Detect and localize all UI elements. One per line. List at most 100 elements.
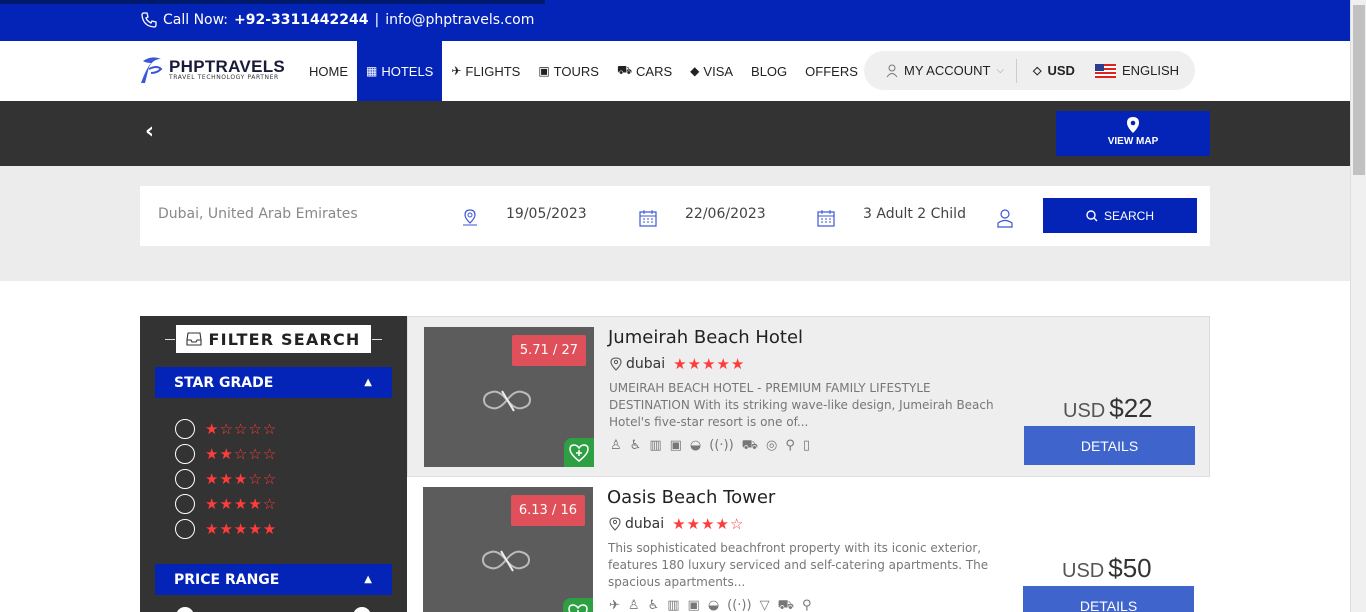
hotel-description: UMEIRAH BEACH HOTEL - PREMIUM FAMILY LIF… (609, 381, 994, 429)
favorite-button[interactable] (563, 598, 593, 612)
details-button[interactable]: DETAILS (1024, 426, 1195, 465)
page-scrollbar[interactable] (1350, 0, 1366, 612)
hotel-price: USD $22 (1063, 393, 1153, 424)
view-map-button[interactable]: VIEW MAP (1056, 111, 1210, 156)
back-arrow-icon[interactable]: ‹ (145, 119, 154, 144)
checkin-date-input[interactable]: 19/05/2023 (506, 206, 587, 222)
location-pin-icon (610, 357, 622, 371)
nav-blog-label: BLOG (751, 63, 788, 79)
divider (372, 339, 382, 340)
hotel-name[interactable]: Jumeirah Beach Hotel (608, 327, 803, 348)
suitcase-icon: ▣ (538, 64, 550, 78)
hotel-stars: ★★★★★ (673, 355, 746, 373)
caret-up-icon: ▲ (364, 377, 372, 388)
logo-name: PHPTRAVELS (169, 57, 286, 76)
radio-button[interactable] (175, 519, 195, 539)
search-button-label: SEARCH (1103, 208, 1154, 223)
star-rating: ★★★☆☆ (205, 470, 278, 488)
star-option-2[interactable]: ★★☆☆☆ (175, 444, 277, 464)
filter-search-header: FILTER SEARCH (176, 325, 371, 353)
nav-tours-label: TOURS (553, 63, 599, 79)
nav-hotels[interactable]: ▦ HOTELS (357, 41, 443, 101)
currency-label: USD (1047, 63, 1075, 78)
search-button[interactable]: SEARCH (1043, 198, 1197, 233)
star-rating: ★★★★☆ (205, 495, 278, 513)
radio-button[interactable] (175, 494, 195, 514)
chevron-down-icon: ⌵ (996, 65, 1005, 76)
radio-button[interactable] (175, 444, 195, 464)
hotel-city: dubai (626, 356, 666, 372)
logo[interactable]: PHPTRAVELS TRAVEL TECHNOLOGY PARTNER (139, 55, 285, 85)
inbox-icon (186, 332, 203, 346)
hotel-location: dubai ★★★★★ (610, 355, 745, 373)
star-rating: ★☆☆☆☆ (205, 420, 278, 438)
nav-home[interactable]: HOME (300, 41, 357, 101)
radio-button[interactable] (175, 469, 195, 489)
star-rating: ★★☆☆☆ (205, 445, 278, 463)
nav-hotels-label: HOTELS (381, 63, 434, 79)
search-icon (1086, 209, 1098, 221)
price-amount: $50 (1108, 553, 1152, 583)
hotel-description: This sophisticated beachfront property w… (608, 541, 989, 589)
fitness-icon: ⚲ (785, 438, 795, 453)
wheelchair-icon: ♿ (629, 438, 642, 453)
wifi-icon: ((·)) (727, 598, 752, 612)
star-option-4[interactable]: ★★★★☆ (175, 494, 277, 514)
hotel-price: USD $50 (1062, 553, 1152, 584)
star-option-3[interactable]: ★★★☆☆ (175, 469, 277, 489)
hotel-thumbnail[interactable]: 6.13 / 16 (423, 487, 593, 612)
nav-blog[interactable]: BLOG (742, 41, 796, 101)
price-currency: USD (1063, 400, 1106, 422)
atm-icon: ▣ (669, 438, 682, 453)
price-max-handle[interactable] (353, 607, 371, 612)
hotel-thumbnail[interactable]: 5.71 / 27 (424, 327, 594, 467)
language-label: ENGLISH (1122, 63, 1180, 78)
nav-cars[interactable]: ⛟ CARS (608, 41, 681, 101)
airport-icon: ✈ (609, 598, 620, 612)
guests-input[interactable]: 3 Adult 2 Child (863, 206, 966, 222)
favorite-button[interactable] (564, 438, 594, 467)
caret-up-icon: ▲ (364, 574, 372, 585)
wheelchair-icon: ♿ (647, 598, 660, 612)
nav-menu: HOME ▦ HOTELS ✈ FLIGHTS ▣ TOURS ⛟ CARS ◆ VISA… (300, 41, 867, 101)
radio-button[interactable] (175, 419, 195, 439)
details-button[interactable]: DETAILS (1023, 586, 1194, 612)
phone-number[interactable]: +92-3311442244 (234, 12, 368, 28)
nav-cars-label: CARS (636, 63, 673, 79)
price-range-toggle[interactable]: PRICE RANGE ▲ (155, 564, 392, 595)
user-icon (886, 64, 898, 77)
currency-selector[interactable]: ◇ USD (1017, 63, 1079, 78)
view-map-label: VIEW MAP (1107, 136, 1159, 147)
star-grade-toggle[interactable]: STAR GRADE ▲ (155, 367, 392, 398)
star-grade-label: STAR GRADE (174, 374, 274, 391)
currency-tag-icon: ◇ (1033, 65, 1042, 77)
main-navbar: PHPTRAVELS TRAVEL TECHNOLOGY PARTNER HOM… (0, 41, 1350, 101)
phone-icon (141, 12, 157, 28)
price-min-handle[interactable] (176, 607, 194, 612)
filter-sidebar: FILTER SEARCH STAR GRADE ▲ ★☆☆☆☆ ★★☆☆☆ ★… (140, 316, 407, 612)
nav-flights[interactable]: ✈ FLIGHTS (442, 41, 529, 101)
location-pin-icon (463, 209, 477, 226)
store-icon: ▥ (649, 438, 662, 453)
destination-input[interactable]: Dubai, United Arab Emirates (158, 206, 358, 222)
checkout-date-input[interactable]: 22/06/2023 (685, 206, 766, 222)
search-section: Dubai, United Arab Emirates 19/05/2023 2… (0, 166, 1350, 281)
amenities-row: ♙ ♿ ▥ ▣ ◒ ((·)) ⛟ ◎ ⚲ ▯ (610, 438, 810, 455)
dining-icon: ◒ (689, 438, 702, 453)
car-icon: ⛟ (616, 63, 633, 77)
fitness-icon: ⚲ (801, 598, 812, 612)
hero-band: ‹ VIEW MAP (0, 101, 1350, 166)
email-link[interactable]: info@phptravels.com (385, 12, 534, 28)
my-account-dropdown[interactable]: MY ACCOUNT ⌵ (864, 63, 1016, 78)
star-option-5[interactable]: ★★★★★ (175, 519, 277, 539)
scrollbar-thumb[interactable] (1353, 5, 1365, 175)
shuttle-icon: ⛟ (741, 438, 759, 453)
nav-offers[interactable]: OFFERS (796, 41, 867, 101)
nav-tours[interactable]: ▣ TOURS (529, 41, 608, 101)
star-option-1[interactable]: ★☆☆☆☆ (175, 419, 277, 439)
nav-visa[interactable]: ◆ VISA (681, 41, 742, 101)
language-selector[interactable]: ENGLISH (1079, 63, 1179, 78)
hotel-name[interactable]: Oasis Beach Tower (607, 487, 775, 508)
price-range-label: PRICE RANGE (174, 571, 280, 588)
rating-badge: 6.13 / 16 (510, 495, 585, 526)
